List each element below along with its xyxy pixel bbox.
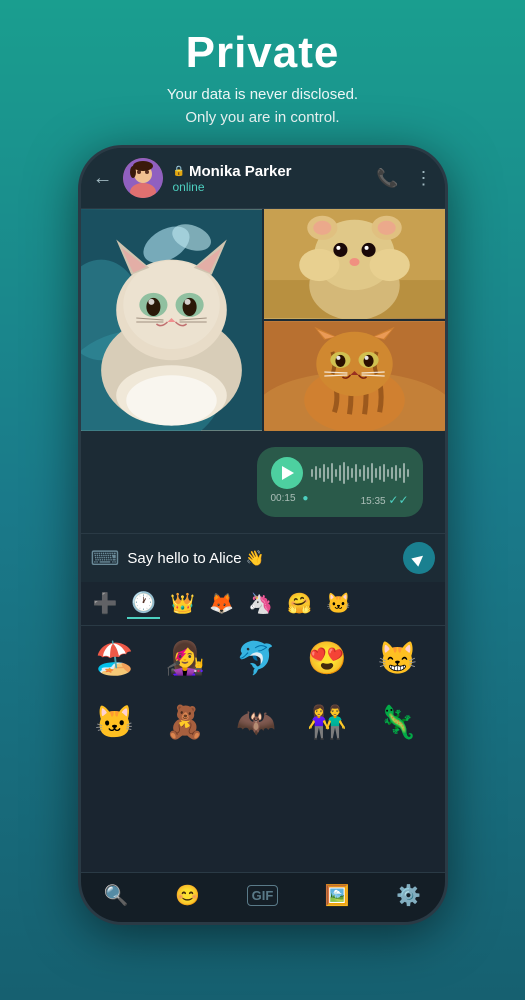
sticker-pinkcat[interactable]: 🐱 [87, 694, 143, 750]
menu-button[interactable]: ⋮ [415, 168, 433, 189]
play-button[interactable] [271, 457, 303, 489]
hero-subtitle: Your data is never disclosed. Only you a… [167, 84, 358, 129]
waveform [311, 461, 409, 485]
avatar [123, 158, 163, 198]
sticker-tab-5[interactable]: 🐱 [322, 589, 355, 618]
photo-cat [81, 209, 262, 431]
bottom-nav: 🔍 😊 GIF 🖼️ ⚙️ [81, 872, 445, 922]
sticker-row-1: 🏖️ 👩‍🎤 🐬 😍 😸 [81, 626, 445, 690]
voice-timestamp: 15:35 ✓✓ [361, 493, 409, 507]
message-text: Say hello to Alice 👋 [127, 549, 394, 567]
voice-metadata: 00:15 ● 15:35 ✓✓ [271, 493, 409, 507]
sticker-lady[interactable]: 👩‍🎤 [157, 630, 213, 686]
contact-status: online [173, 180, 367, 194]
nav-search[interactable]: 🔍 [104, 883, 129, 908]
sticker-row-2: 🐱 🧸 🦇 👫 🦎 [81, 690, 445, 754]
phone-frame: ← 🔒 Monika Parker [78, 145, 448, 925]
sticker-bat[interactable]: 🦇 [228, 694, 284, 750]
photo-tiger [264, 321, 445, 431]
photo-hamster [264, 209, 445, 319]
sticker-panel: ➕ 🕐 👑 🦊 🦄 🤗 🐱 🏖️ 👩‍🎤 🐬 😍 😸 🐱 🧸 [81, 582, 445, 872]
avatar-image [123, 158, 163, 198]
sticker-cat1[interactable]: 😸 [370, 630, 426, 686]
sticker-tab-recent[interactable]: 🕐 [127, 588, 160, 619]
nav-stickers[interactable]: 🖼️ [325, 883, 350, 908]
lock-icon: 🔒 [173, 166, 185, 177]
nav-emoji[interactable]: 😊 [175, 883, 200, 908]
hero-header: Private Your data is never disclosed. On… [147, 0, 378, 145]
read-receipt: ✓✓ [388, 493, 408, 507]
sticker-tab-3[interactable]: 🦄 [244, 589, 277, 618]
chat-header: ← 🔒 Monika Parker [81, 148, 445, 209]
sticker-loveeyes[interactable]: 😍 [299, 630, 355, 686]
sticker-tab-1[interactable]: 👑 [166, 589, 199, 618]
sticker-couple[interactable]: 👫 [299, 694, 355, 750]
sticker-tab-4[interactable]: 🤗 [283, 589, 316, 618]
sticker-tabs: ➕ 🕐 👑 🦊 🦄 🤗 🐱 [81, 582, 445, 626]
voice-duration: 00:15 ● [271, 493, 309, 507]
sticker-dinosaur[interactable]: 🦎 [370, 694, 426, 750]
voice-bubble-row [271, 457, 409, 489]
play-icon [282, 466, 294, 480]
send-button[interactable]: ▶ [403, 542, 435, 574]
sticker-dolphin[interactable]: 🐬 [228, 630, 284, 686]
sticker-bear[interactable]: 🧸 [157, 694, 213, 750]
sticker-tab-2[interactable]: 🦊 [205, 589, 238, 618]
header-actions: 📞 ⋮ [376, 168, 432, 189]
keyboard-icon[interactable]: ⌨ [91, 546, 120, 571]
contact-info: 🔒 Monika Parker online [173, 163, 367, 194]
contact-name: 🔒 Monika Parker [173, 163, 367, 180]
waveform-bar [311, 469, 313, 477]
voice-message-bubble: 00:15 ● 15:35 ✓✓ [257, 447, 423, 517]
photo-grid [81, 209, 445, 431]
nav-settings[interactable]: ⚙️ [396, 883, 421, 908]
nav-gif[interactable]: GIF [247, 885, 279, 906]
back-button[interactable]: ← [93, 167, 113, 190]
phone-screen: ← 🔒 Monika Parker [81, 148, 445, 922]
sticker-beach[interactable]: 🏖️ [87, 630, 143, 686]
sticker-tab-add[interactable]: ➕ [89, 589, 122, 618]
voice-message-container: 00:15 ● 15:35 ✓✓ [81, 431, 445, 533]
call-button[interactable]: 📞 [376, 168, 398, 189]
message-input-area: ⌨ Say hello to Alice 👋 ▶ [81, 533, 445, 582]
hero-title: Private [167, 28, 358, 78]
